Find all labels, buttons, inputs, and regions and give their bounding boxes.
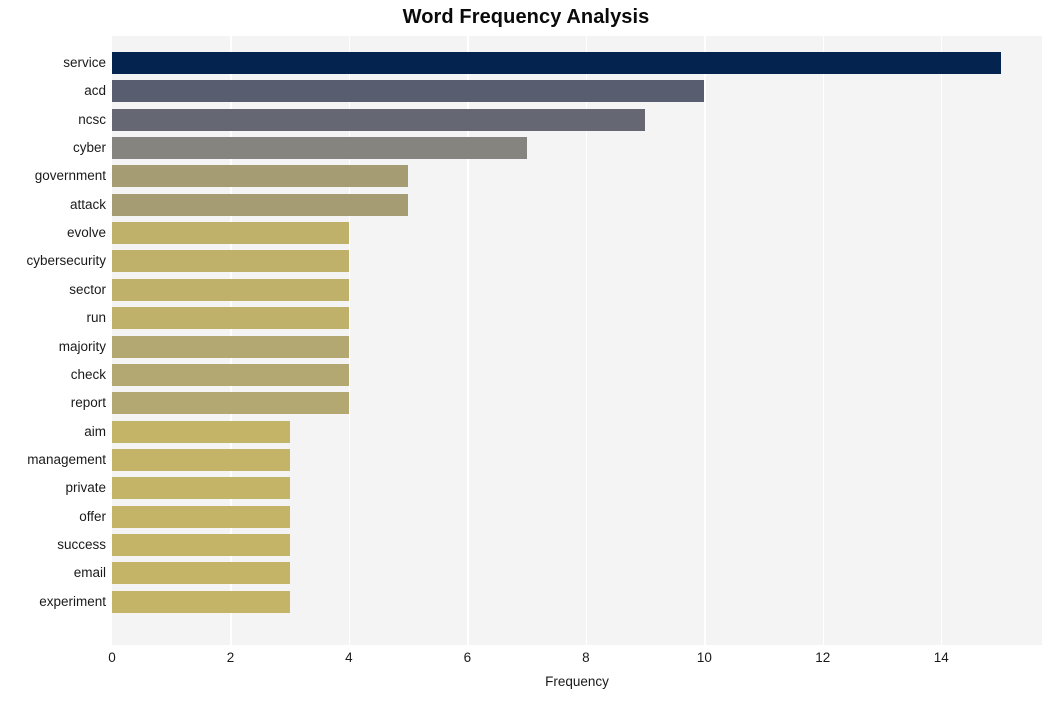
chart-title: Word Frequency Analysis — [402, 6, 650, 28]
x-tick-label: 0 — [108, 650, 116, 665]
y-tick-label: email — [73, 565, 106, 581]
y-tick-label: run — [86, 310, 106, 326]
y-tick-label: report — [70, 395, 106, 411]
y-tick-label: majority — [58, 338, 106, 354]
bar — [112, 193, 409, 216]
x-tick-label: 14 — [933, 650, 949, 665]
y-tick-label: cyber — [72, 140, 106, 156]
y-tick-label: offer — [79, 508, 106, 524]
x-tick-label: 8 — [582, 650, 590, 665]
y-tick-label: sector — [69, 281, 106, 297]
bar — [112, 137, 527, 160]
bar — [112, 477, 290, 500]
bar — [112, 392, 349, 415]
bar — [112, 222, 349, 245]
y-tick-label: check — [70, 366, 106, 382]
y-tick-label: cybersecurity — [26, 253, 106, 269]
y-tick-label: evolve — [66, 225, 106, 241]
bar — [112, 80, 705, 103]
y-tick-label: experiment — [39, 593, 106, 609]
bar — [112, 165, 409, 188]
x-tick-label: 4 — [345, 650, 353, 665]
y-tick-label: acd — [84, 83, 106, 99]
bar — [112, 52, 1001, 74]
y-tick-label: management — [27, 451, 106, 467]
word-frequency-bar-chart: Word Frequency Analysis service acd ncsc cy… — [0, 0, 1052, 701]
y-tick-label: success — [57, 536, 106, 552]
bar — [112, 420, 290, 443]
bar — [112, 363, 349, 386]
bar — [112, 250, 349, 273]
x-tick-label: 12 — [815, 650, 831, 665]
y-tick-label: ncsc — [78, 111, 106, 127]
x-tick-label: 2 — [226, 650, 235, 665]
y-tick-label: government — [34, 168, 106, 184]
x-tick-label: 10 — [696, 650, 712, 665]
bar — [112, 307, 349, 330]
x-axis-tick-labels: 0 2 4 6 8 10 12 14 — [0, 645, 1052, 671]
bar — [112, 448, 290, 471]
y-tick-label: service — [63, 55, 106, 70]
y-tick-label: aim — [84, 423, 106, 439]
bars-container — [112, 36, 1042, 645]
bar — [112, 108, 646, 131]
bar — [112, 590, 290, 613]
x-tick-label: 6 — [463, 650, 472, 665]
bar — [112, 335, 349, 358]
bar — [112, 562, 290, 585]
y-tick-label: private — [65, 480, 106, 496]
bar — [112, 533, 290, 556]
plot-area — [112, 36, 1042, 645]
y-tick-label: attack — [69, 196, 106, 212]
y-axis-tick-labels: service acd ncsc cyber government attack evolv… — [0, 36, 106, 645]
x-axis-title: Frequency — [545, 674, 609, 689]
bar — [112, 278, 349, 301]
bar — [112, 505, 290, 528]
